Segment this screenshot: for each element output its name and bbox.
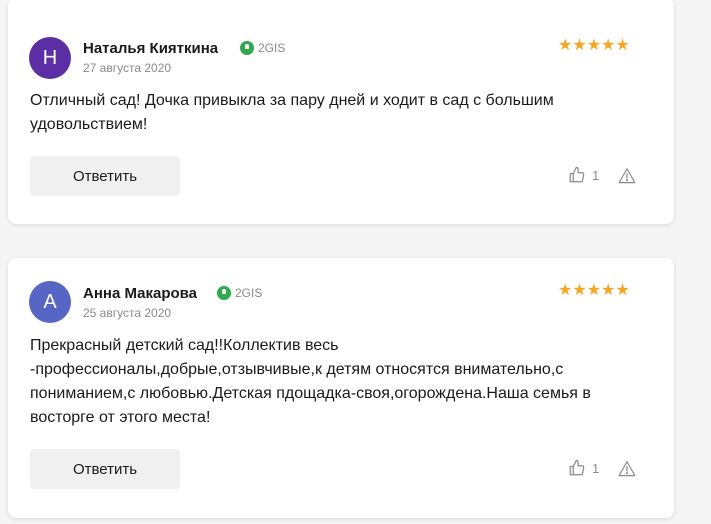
review-source: 2GIS — [217, 286, 262, 300]
review-card: Н Наталья Кияткина 2GIS 27 августа 2020 … — [8, 0, 674, 224]
source-label: 2GIS — [258, 41, 286, 55]
reviews-feed: Н Наталья Кияткина 2GIS 27 августа 2020 … — [0, 0, 711, 524]
warning-icon — [618, 168, 636, 184]
warning-icon — [618, 461, 636, 477]
like-button[interactable]: 1 — [568, 459, 599, 477]
report-button[interactable] — [618, 460, 636, 482]
like-count: 1 — [592, 167, 600, 183]
thumbs-up-icon — [569, 166, 585, 183]
review-text: Прекрасный детский сад!!Коллектив весь -… — [30, 337, 591, 426]
reply-button[interactable]: Ответить — [30, 156, 180, 196]
star-rating: ★★★★★ — [558, 282, 630, 299]
star-rating: ★★★★★ — [558, 37, 630, 54]
author-name[interactable]: Наталья Кияткина — [83, 40, 218, 57]
review-text: Отличный сад! Дочка привыкла за пару дне… — [30, 92, 554, 133]
thumbs-up-icon — [569, 459, 585, 476]
review-date: 25 августа 2020 — [83, 306, 172, 320]
review-source: 2GIS — [240, 41, 285, 55]
like-count: 1 — [592, 460, 600, 476]
like-button[interactable]: 1 — [568, 166, 599, 184]
2gis-pin-icon — [217, 286, 231, 300]
avatar[interactable]: Н — [29, 37, 71, 79]
review-card: А Анна Макарова 2GIS 25 августа 2020 ★★★… — [8, 258, 674, 518]
2gis-pin-icon — [240, 41, 254, 55]
report-button[interactable] — [618, 167, 636, 189]
source-label: 2GIS — [235, 286, 263, 300]
review-date: 27 августа 2020 — [83, 61, 172, 75]
avatar[interactable]: А — [29, 281, 71, 323]
reply-button[interactable]: Ответить — [30, 449, 180, 489]
author-name[interactable]: Анна Макарова — [83, 285, 197, 302]
